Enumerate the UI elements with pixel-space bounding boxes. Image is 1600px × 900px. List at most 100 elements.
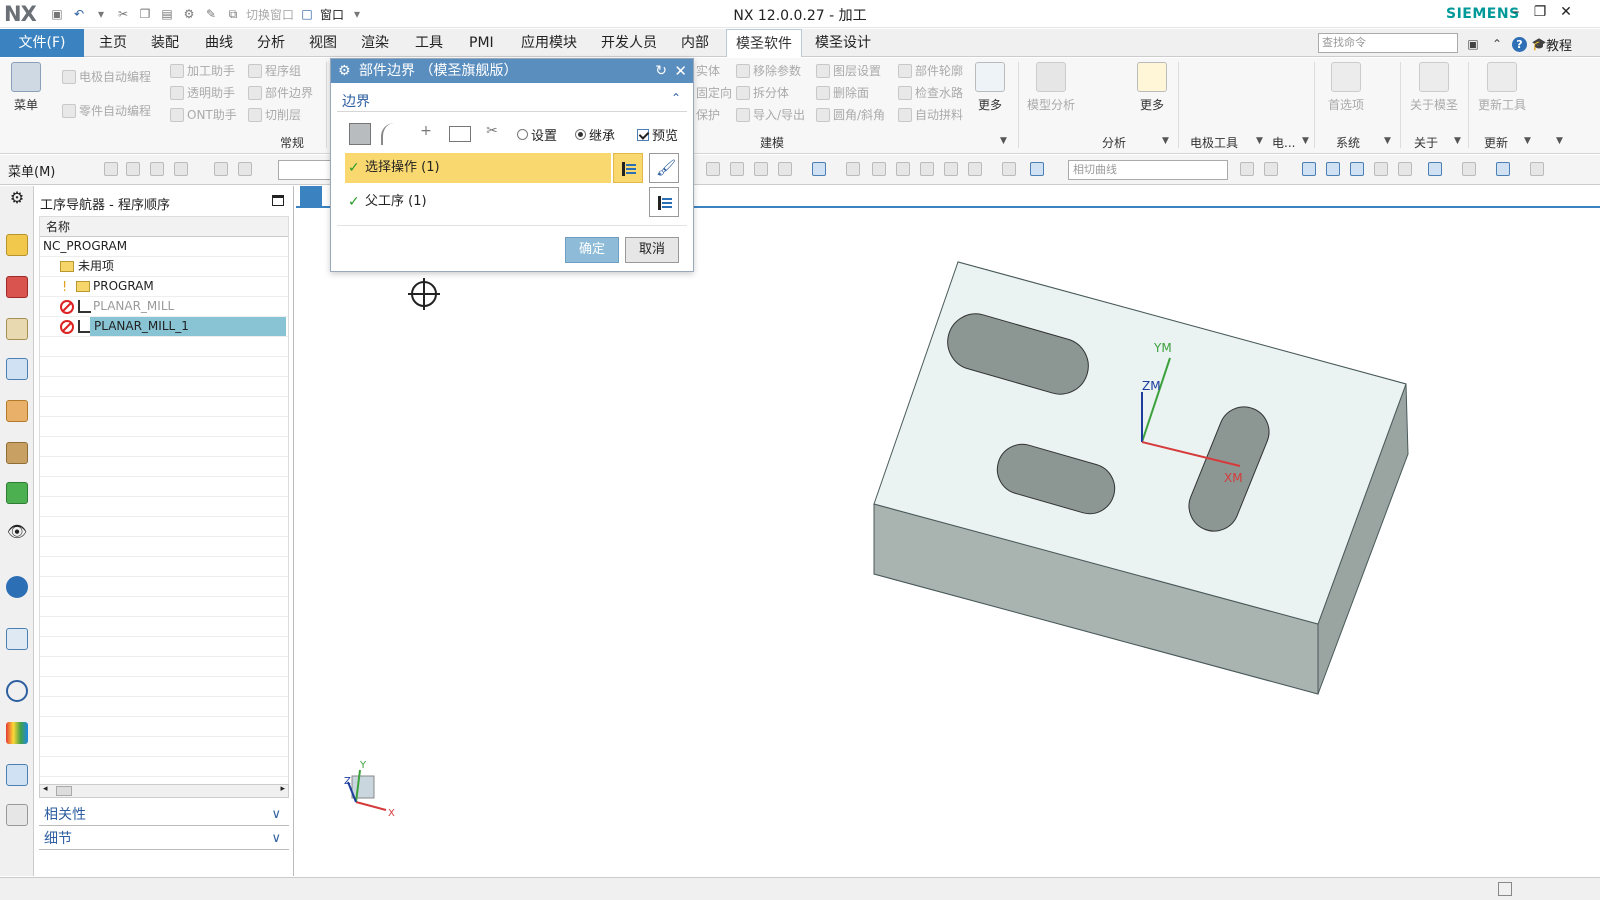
role-library-icon[interactable] <box>6 482 28 504</box>
curve-rule-dropdown[interactable]: 相切曲线 <box>1068 160 1228 180</box>
toolbar-icon[interactable] <box>778 162 792 176</box>
solid-partial-item[interactable]: 实体 <box>696 62 720 79</box>
chevron-down-icon[interactable]: ▾ <box>348 5 366 23</box>
cut-icon[interactable]: ✂ <box>114 5 132 23</box>
constraint-navigator-icon[interactable] <box>6 276 28 298</box>
close-icon[interactable]: ✕ <box>1556 4 1576 24</box>
dialog-settings-icon[interactable]: ⚙ <box>338 59 351 83</box>
tutorial-link[interactable]: 教程 <box>1546 35 1572 54</box>
toolbar-icon[interactable] <box>754 162 768 176</box>
toolbar-icon[interactable] <box>150 162 164 176</box>
reuse-library-icon[interactable] <box>6 442 28 464</box>
toolbar-icon[interactable] <box>1302 162 1316 176</box>
part-outline-button[interactable]: 部件轮廓 <box>898 62 963 79</box>
assembly-navigator-icon[interactable] <box>6 234 28 256</box>
save-icon[interactable]: ▣ <box>48 5 66 23</box>
scroll-right-icon[interactable]: ▸ <box>280 784 285 794</box>
tree-row-nc-program[interactable]: NC_PROGRAM <box>40 237 288 257</box>
tab-curve[interactable]: 曲线 <box>196 29 242 57</box>
toolbar-icon[interactable] <box>1496 162 1510 176</box>
cut-levels-button[interactable]: 切削层 <box>248 106 301 123</box>
file-menu[interactable]: 文件(F) <box>0 29 84 57</box>
electrode-auto-programming-button[interactable]: 电极自动编程 <box>62 68 151 85</box>
palette-icon[interactable] <box>6 722 28 744</box>
toolbar-icon[interactable] <box>706 162 720 176</box>
chevron-down-icon[interactable]: ▼ <box>1256 136 1263 146</box>
window-icon[interactable]: □ <box>298 5 316 23</box>
toolbar-icon[interactable] <box>896 162 910 176</box>
chevron-down-icon[interactable]: ▼ <box>1000 136 1007 146</box>
boundary-section-title[interactable]: 边界 <box>342 91 370 111</box>
help-icon[interactable]: ? <box>1512 37 1527 52</box>
remove-parameters-button[interactable]: 移除参数 <box>736 62 801 79</box>
toolbar-icon[interactable] <box>730 162 744 176</box>
tree-row-planar-mill-1[interactable]: PLANAR_MILL_1 <box>40 317 288 337</box>
parent-operation-button[interactable] <box>649 187 679 217</box>
visibility-eye-icon[interactable]: 👁 <box>6 522 28 544</box>
horizontal-scrollbar[interactable]: ◂ ▸ <box>39 784 289 798</box>
preview-checkbox[interactable]: 预览 <box>637 125 678 144</box>
cancel-button[interactable]: 取消 <box>625 237 679 263</box>
protect-partial-item[interactable]: 保护 <box>696 106 720 123</box>
chevron-down-icon[interactable]: ▼ <box>1524 136 1531 146</box>
curve-select-icon[interactable] <box>381 123 403 145</box>
tab-analysis[interactable]: 分析 <box>248 29 294 57</box>
tool-navigator-icon[interactable] <box>6 764 28 786</box>
menu-button[interactable]: 菜单 <box>2 62 50 113</box>
collapse-ribbon-icon[interactable]: ⌃ <box>1488 35 1506 53</box>
toolbar-icon[interactable] <box>1428 162 1442 176</box>
tab-mosheng-design[interactable]: 模圣设计 <box>806 29 880 57</box>
settings-gear-icon[interactable]: ⚙ <box>6 188 28 210</box>
chevron-down-icon[interactable]: ▼ <box>1162 136 1169 146</box>
ok-button[interactable]: 确定 <box>565 237 619 263</box>
toolbar-icon[interactable] <box>1326 162 1340 176</box>
toolbar-icon[interactable] <box>1398 162 1412 176</box>
paste-icon[interactable]: ▤ <box>158 5 176 23</box>
point-select-icon[interactable]: + <box>415 123 437 145</box>
details-panel[interactable]: 细节 ∨ <box>39 828 289 850</box>
toolbar-icon[interactable] <box>846 162 860 176</box>
part-boundary-button[interactable]: 部件边界 <box>248 84 313 101</box>
toolbar-icon[interactable] <box>812 162 826 176</box>
model-analysis-button[interactable]: 模型分析 <box>1026 62 1076 113</box>
about-mosheng-button[interactable]: 关于模圣 <box>1404 62 1464 113</box>
remove-select-icon[interactable]: ✂ <box>481 123 503 145</box>
scrollbar-thumb[interactable] <box>56 786 72 796</box>
machine-tool-navigator-icon[interactable] <box>6 400 28 422</box>
tab-developer[interactable]: 开发人员 <box>592 29 666 57</box>
tab-internal[interactable]: 内部 <box>672 29 718 57</box>
undo-icon[interactable]: ↶ <box>70 5 88 23</box>
repeat-command-icon[interactable]: ⚙ <box>180 5 198 23</box>
transparent-assistant-button[interactable]: 透明助手 <box>170 84 235 101</box>
more-analysis-button[interactable]: 更多 <box>1128 62 1176 113</box>
touch-mode-icon[interactable]: ✎ <box>202 5 220 23</box>
chevron-down-icon[interactable]: ▼ <box>1302 136 1309 146</box>
maximize-icon[interactable] <box>272 195 284 206</box>
fullscreen-icon[interactable] <box>1498 882 1512 896</box>
tab-view[interactable]: 视图 <box>300 29 346 57</box>
filter-dropdown[interactable] <box>278 160 338 180</box>
check-waterway-button[interactable]: 检查水路 <box>898 84 963 101</box>
split-body-button[interactable]: 拆分体 <box>736 84 789 101</box>
fixed-direction-partial-item[interactable]: 固定向 <box>696 84 732 101</box>
tab-mosheng-software[interactable]: 模圣软件 <box>726 29 802 57</box>
edit-boundary-button[interactable]: 🖌 <box>649 153 679 183</box>
tab-application[interactable]: 应用模块 <box>512 29 586 57</box>
operation-navigator-icon[interactable] <box>6 358 28 380</box>
toolbar-icon[interactable] <box>968 162 982 176</box>
info-icon[interactable] <box>6 576 28 598</box>
collapse-icon[interactable]: ⌃ <box>671 91 681 105</box>
column-header-name[interactable]: 名称 <box>40 217 288 237</box>
toolbar-icon[interactable] <box>1530 162 1544 176</box>
chevron-down-icon[interactable]: ▼ <box>1384 136 1391 146</box>
ont-assistant-button[interactable]: ONT助手 <box>170 106 237 123</box>
tab-render[interactable]: 渲染 <box>352 29 398 57</box>
tree-row-unused-items[interactable]: 未用项 <box>40 257 288 277</box>
tree-row-planar-mill[interactable]: PLANAR_MILL <box>40 297 288 317</box>
select-operation-row[interactable]: ✓ 选择操作 (1) <box>345 153 611 183</box>
fillet-chamfer-button[interactable]: 圆角/斜角 <box>816 106 885 123</box>
toolbar-icon[interactable] <box>1002 162 1016 176</box>
part-auto-programming-button[interactable]: 零件自动编程 <box>62 102 151 119</box>
select-operation-button[interactable] <box>613 153 643 183</box>
tree-row-program[interactable]: ! PROGRAM <box>40 277 288 297</box>
